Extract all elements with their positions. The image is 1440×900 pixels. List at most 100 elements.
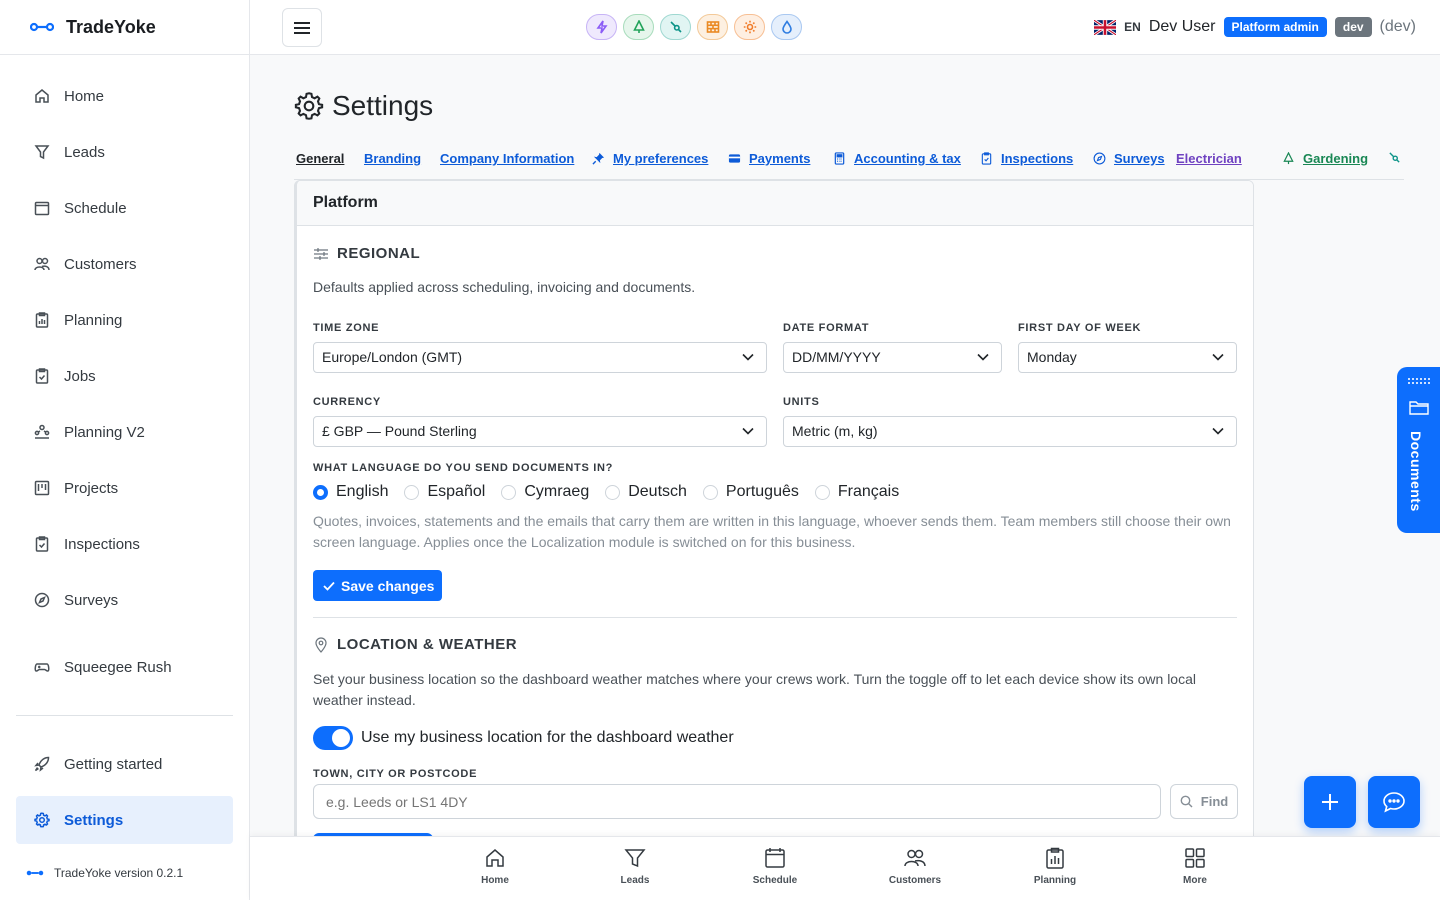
tab-gardening[interactable]: Gardening [1282,151,1368,166]
sidebar-item-inspections[interactable]: Inspections [16,520,233,568]
first-day-select[interactable]: Monday [1018,342,1237,373]
document-language-label: WHAT LANGUAGE DO YOU SEND DOCUMENTS IN? [313,462,614,474]
tab-inspections[interactable]: Inspections [980,151,1073,166]
sidebar-item-surveys[interactable]: Surveys [16,576,233,624]
tab-company-information[interactable]: Company Information [440,151,574,166]
chevron-down-icon [742,427,754,435]
menu-toggle-button[interactable] [282,8,322,47]
language-code[interactable]: EN [1124,20,1141,34]
sidebar-item-planning-v2[interactable]: Planning V2 [16,408,233,456]
tab-electrician[interactable]: Electrician [1176,151,1242,166]
bottom-nav-home[interactable]: Home [445,847,545,886]
tab-accounting-tax[interactable]: Accounting & tax [833,151,961,166]
radio-label: Español [427,483,486,500]
radio-dot[interactable] [814,484,830,500]
sidebar-item-projects[interactable]: Projects [16,464,233,512]
sidebar-item-settings[interactable]: Settings [16,796,233,844]
find-location-button[interactable]: Find [1170,784,1238,819]
location-description: Set your business location so the dashbo… [313,671,1196,708]
sidebar-item-customers[interactable]: Customers [16,240,233,288]
units-label: UNITS [783,396,820,408]
module-cleaning-button[interactable] [771,14,802,40]
units-value: Metric (m, kg) [792,423,878,439]
chat-button[interactable] [1368,776,1420,828]
date-format-label: DATE FORMAT [783,322,870,334]
time-zone-label: TIME ZONE [313,322,380,334]
clipboard-chart-icon [1046,847,1064,869]
bottom-nav-schedule[interactable]: Schedule [725,847,825,886]
wrench-icon [1389,152,1400,163]
tab-surveys[interactable]: Surveys [1093,151,1165,166]
sidebar-item-jobs[interactable]: Jobs [16,352,233,400]
radio-dot[interactable] [501,484,517,500]
location-input[interactable] [313,784,1161,819]
sidebar-item-leads[interactable]: Leads [16,128,233,176]
radio-espanol[interactable]: Español [404,483,485,501]
drag-handle[interactable] [1408,378,1430,384]
brand[interactable]: TradeYoke [0,0,249,55]
documents-panel-tab[interactable]: Documents [1397,367,1440,533]
rocket-icon [34,756,50,772]
sidebar-item-planning[interactable]: Planning [16,296,233,344]
tab-branding[interactable]: Branding [364,151,421,166]
currency-select[interactable]: £ GBP — Pound Sterling [313,416,767,447]
sidebar-item-schedule[interactable]: Schedule [16,184,233,232]
first-day-label: FIRST DAY OF WEEK [1018,322,1142,334]
user-area: EN Dev User Platform admin dev (dev) [1094,17,1416,37]
tree-icon [632,20,645,33]
radio-cymraeg[interactable]: Cymraeg [501,483,589,501]
map-pin-icon [315,636,327,653]
chevron-down-icon [1212,427,1224,435]
module-plumbing-button[interactable] [660,14,691,40]
business-location-toggle-label[interactable]: Use my business location for the dashboa… [361,729,734,747]
tab-plumbing[interactable] [1388,151,1401,164]
users-icon [904,849,926,867]
radio-francais[interactable]: Français [814,483,900,501]
add-button[interactable] [1304,776,1356,828]
radio-dot[interactable] [702,484,718,500]
module-gardening-button[interactable] [623,14,654,40]
pin-icon [592,152,605,165]
uk-flag-icon[interactable] [1094,19,1117,35]
module-electrician-button[interactable] [586,14,617,40]
tab-label: My preferences [613,151,709,166]
wrench-icon [669,21,682,33]
bottom-nav-more[interactable]: More [1145,847,1245,886]
module-building-button[interactable] [697,14,728,40]
bottom-nav-label: Home [481,875,509,886]
sidebar-item-label: Planning V2 [64,423,145,441]
time-zone-select[interactable]: Europe/London (GMT) [313,342,767,373]
logo-icon [26,870,44,876]
chat-icon [1383,792,1405,813]
radio-english[interactable]: English [313,483,388,501]
save-changes-button[interactable]: Save changes [313,570,442,601]
gamepad-icon [34,663,50,672]
radio-portugues[interactable]: Português [702,483,799,501]
sidebar-item-getting-started[interactable]: Getting started [16,740,233,788]
find-label: Find [1200,794,1229,809]
bottom-nav-leads[interactable]: Leads [585,847,685,886]
units-select[interactable]: Metric (m, kg) [783,416,1237,447]
sidebar-item-label: Schedule [64,199,127,217]
sidebar-item-squeegee-rush[interactable]: Squeegee Rush [16,643,233,691]
radio-dot[interactable] [404,484,420,500]
radio-deutsch[interactable]: Deutsch [605,483,687,501]
sidebar-item-home[interactable]: Home [16,72,233,120]
radio-label: Français [837,483,900,500]
radio-dot[interactable] [605,484,621,500]
date-format-select[interactable]: DD/MM/YYYY [783,342,1002,373]
bottom-nav-planning[interactable]: Planning [1005,847,1105,886]
tab-payments[interactable]: Payments [728,151,810,166]
business-location-toggle[interactable] [313,726,353,750]
module-solar-button[interactable] [734,14,765,40]
chevron-down-icon [1212,353,1224,361]
sidebar-item-label: Squeegee Rush [64,658,172,676]
tab-general[interactable]: General [296,151,344,166]
env-badge: dev [1334,17,1372,37]
document-language-hint: Quotes, invoices, statements and the ema… [313,513,1231,550]
radio-dot[interactable] [313,484,328,500]
sliders-icon [314,247,328,260]
user-name[interactable]: Dev User [1149,18,1216,36]
bottom-nav-customers[interactable]: Customers [865,847,965,886]
tab-my-preferences[interactable]: My preferences [592,151,708,166]
